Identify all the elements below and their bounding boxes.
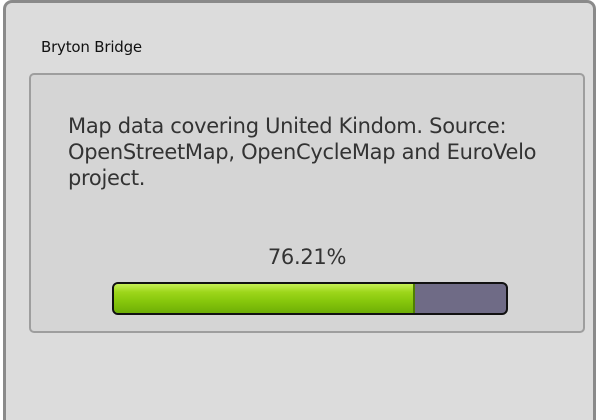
progress-bar-fill	[114, 284, 415, 313]
window-title: Bryton Bridge	[41, 38, 142, 56]
progress-percent-label: 76.21%	[267, 245, 347, 269]
map-data-description: Map data covering United Kindom. Source:…	[68, 114, 537, 190]
download-info-panel: Map data covering United Kindom. Source:…	[29, 73, 585, 333]
download-progress-bar	[112, 282, 508, 315]
app-window: Bryton Bridge Map data covering United K…	[3, 0, 596, 420]
